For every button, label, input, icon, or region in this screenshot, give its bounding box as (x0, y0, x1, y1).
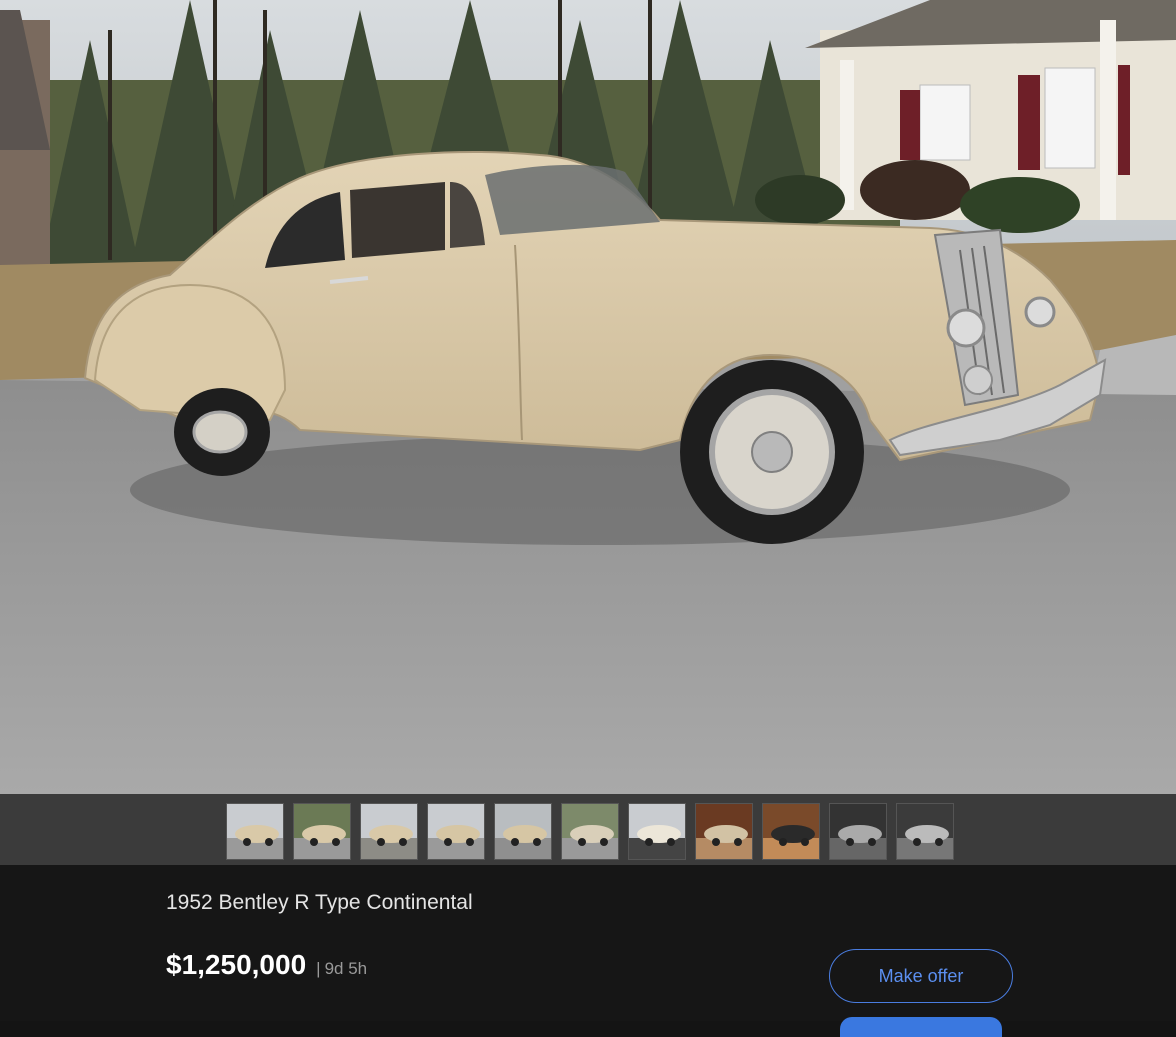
thumbnail-9[interactable] (762, 803, 820, 860)
make-offer-button[interactable]: Make offer (829, 949, 1013, 1003)
thumbnail-4[interactable] (427, 803, 485, 860)
thumbnail-10[interactable] (829, 803, 887, 860)
thumbnail-1[interactable] (226, 803, 284, 860)
thumbnail-list (226, 803, 954, 860)
listing-info: 1952 Bentley R Type Continental $1,250,0… (0, 865, 1176, 1037)
hero-photo[interactable] (0, 0, 1176, 794)
thumbnail-11[interactable] (896, 803, 954, 860)
price-separator: | (316, 959, 321, 978)
thumbnail-7[interactable] (628, 803, 686, 860)
thumbnail-3[interactable] (360, 803, 418, 860)
listing-title: 1952 Bentley R Type Continental (166, 891, 473, 914)
thumbnail-8[interactable] (695, 803, 753, 860)
time-left: 9d 5h (324, 959, 368, 978)
listing-price: $1,250,000 (166, 949, 307, 980)
price-row: $1,250,000 | 9d 5h (166, 949, 367, 981)
thumbnail-2[interactable] (293, 803, 351, 860)
buy-now-button[interactable] (840, 1017, 1002, 1037)
thumbnail-strip (0, 794, 1176, 865)
thumbnail-5[interactable] (494, 803, 552, 860)
thumbnail-6[interactable] (561, 803, 619, 860)
car-photo (0, 0, 1176, 794)
